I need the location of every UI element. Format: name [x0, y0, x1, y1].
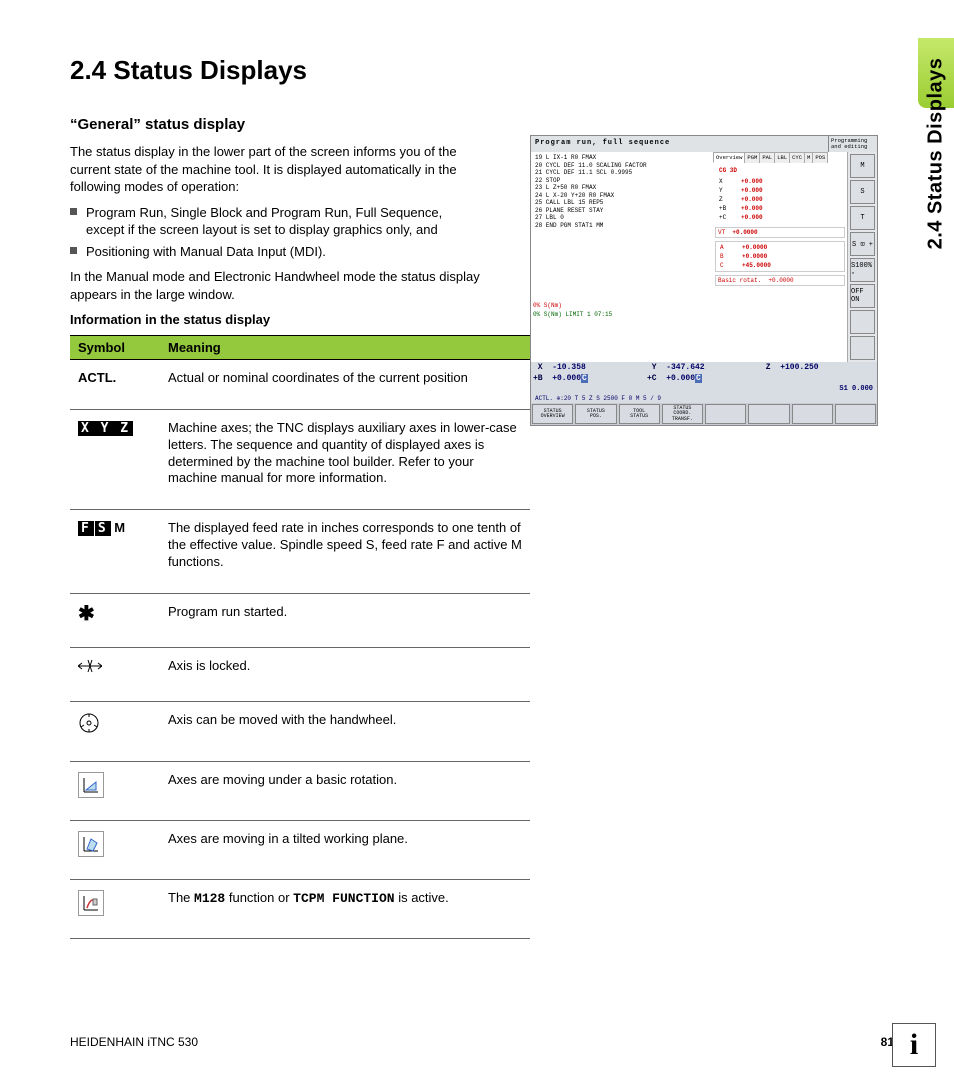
symbol-cell	[70, 820, 160, 879]
softkey-row: STATUSOVERVIEWSTATUSPOS.TOOLSTATUSSTATUS…	[531, 403, 877, 425]
bottom-line: ACTL. ⊕:20 T 5 Z S 2500 F 0 M 5 / 9	[531, 394, 877, 403]
page-footer: HEIDENHAIN iTNC 530 81	[70, 1035, 894, 1049]
list-item: Program Run, Single Block and Program Ru…	[70, 204, 480, 239]
main-content: 2.4 Status Displays “General” status dis…	[0, 0, 550, 939]
meaning-cell: Axis is locked.	[160, 647, 530, 701]
symbol-cell: ACTL.	[70, 359, 160, 409]
footer-left: HEIDENHAIN iTNC 530	[70, 1035, 198, 1049]
status-table: Symbol Meaning ACTL.Actual or nominal co…	[70, 335, 530, 939]
list-item: Positioning with Manual Data Input (MDI)…	[70, 243, 480, 261]
symbol-cell: FS M	[70, 510, 160, 594]
intro-paragraph: The status display in the lower part of …	[70, 143, 480, 196]
symbol-cell	[70, 701, 160, 761]
mode-list: Program Run, Single Block and Program Ru…	[70, 204, 480, 261]
table-caption: Information in the status display	[70, 311, 480, 329]
meaning-cell: The displayed feed rate in inches corres…	[160, 510, 530, 594]
meaning-cell: Axes are moving in a tilted working plan…	[160, 820, 530, 879]
meaning-cell: Actual or nominal coordinates of the cur…	[160, 359, 530, 409]
page-title: 2.4 Status Displays	[70, 55, 480, 86]
vt-val: +0.0000	[732, 229, 757, 236]
side-buttons: MSTS ⊡ +S100% ▫OFF ON	[847, 152, 877, 362]
meaning-cell: Machine axes; the TNC displays auxiliary…	[160, 409, 530, 510]
ov-hdr: CG 3D	[717, 167, 739, 174]
screenshot-mode: Programming and editing	[829, 136, 877, 152]
meaning-cell: Axis can be moved with the handwheel.	[160, 701, 530, 761]
cnc-screenshot: Program run, full sequence Programming a…	[530, 135, 878, 426]
symbol-cell	[70, 647, 160, 701]
vt-row: VT +0.0000	[715, 227, 845, 238]
symbol-cell: X Y Z	[70, 409, 160, 510]
after-paragraph: In the Manual mode and Electronic Handwh…	[70, 268, 480, 303]
symbol-cell	[70, 879, 160, 938]
info-icon: i	[892, 1023, 936, 1067]
symbol-cell	[70, 761, 160, 820]
th-symbol: Symbol	[70, 335, 160, 359]
s-line: S1 0.000	[531, 384, 877, 394]
th-meaning: Meaning	[160, 335, 530, 359]
meaning-cell: The M128 function or TCPM FUNCTION is ac…	[160, 879, 530, 938]
basic-val: +0.0000	[768, 277, 793, 284]
meaning-cell: Axes are moving under a basic rotation.	[160, 761, 530, 820]
meaning-cell: Program run started.	[160, 594, 530, 648]
overview-tabs: OverviewPGMPALLBLCYCMPOS	[713, 152, 847, 163]
status-line-2: 0% S(Nm) LIMIT 1 07:15	[531, 310, 713, 319]
basic-rotat: Basic rotat. +0.0000	[715, 275, 845, 286]
side-tab-text: 2.4 Status Displays	[925, 57, 948, 249]
section-title: “General” status display	[70, 116, 480, 133]
symbol-cell: ✱	[70, 594, 160, 648]
side-tab: 2.4 Status Displays	[918, 38, 954, 268]
coord-display: X -10.358 Y -347.642 Z +100.250 +B +0.00…	[531, 362, 877, 384]
program-listing: 19 L IX-1 R0 FMAX20 CYCL DEF 11.0 SCALIN…	[531, 152, 713, 231]
screenshot-title: Program run, full sequence	[531, 136, 829, 152]
overview-table: CG 3D	[715, 165, 747, 176]
basic-label: Basic rotat.	[718, 277, 761, 284]
status-line-1: 0% S(Nm)	[531, 301, 713, 310]
